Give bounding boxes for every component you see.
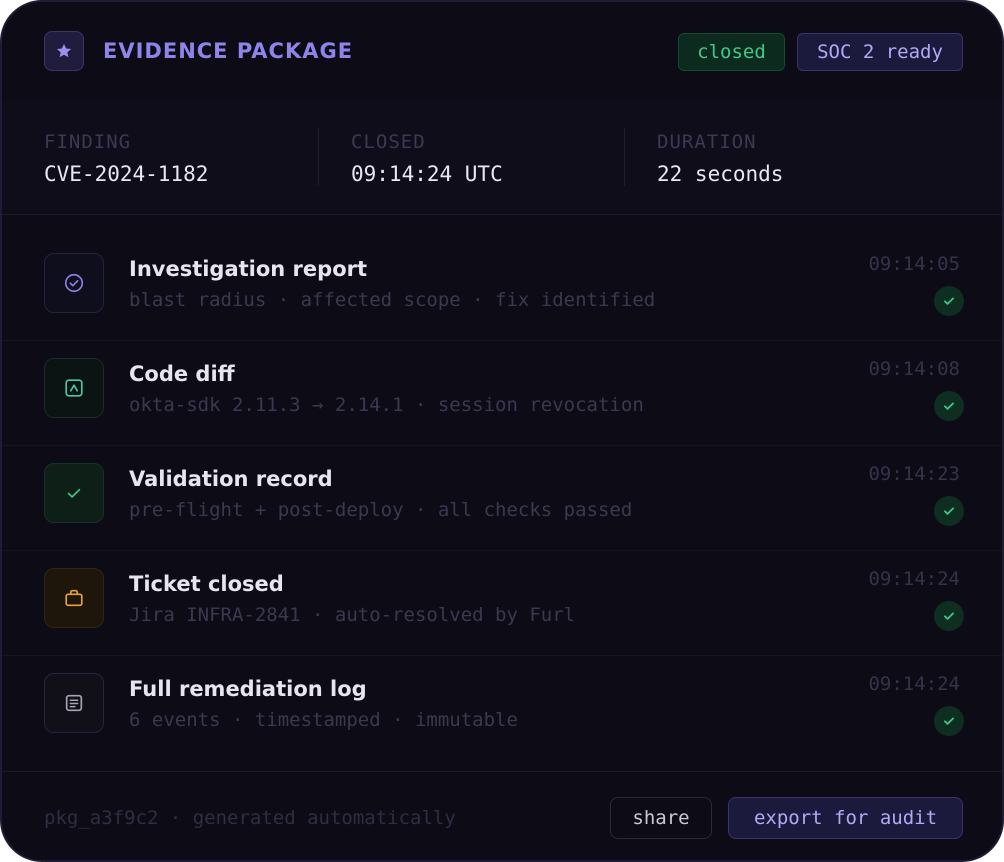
finding-stat: FINDING CVE-2024-1182 <box>44 130 208 188</box>
document-icon <box>44 673 104 733</box>
finding-label: FINDING <box>44 131 132 153</box>
card-header: EVIDENCE PACKAGE closed SOC 2 ready <box>2 2 1002 101</box>
duration-value: 22 seconds <box>657 162 784 186</box>
summary-bar: FINDING CVE-2024-1182 CLOSED 09:14:24 UT… <box>2 100 1002 215</box>
item-title: Validation record <box>129 467 333 491</box>
item-subtitle: okta-sdk 2.11.3 → 2.14.1 · session revoc… <box>129 394 644 416</box>
star-icon <box>44 31 84 71</box>
item-timestamp: 09:14:23 <box>868 463 960 485</box>
finding-value: CVE-2024-1182 <box>44 162 209 186</box>
code-box-icon <box>44 358 104 418</box>
complete-check-icon <box>934 496 964 526</box>
item-subtitle: pre-flight + post-deploy · all checks pa… <box>129 499 633 521</box>
item-title: Ticket closed <box>129 572 284 596</box>
item-title: Investigation report <box>129 257 368 281</box>
share-button[interactable]: share <box>610 797 712 839</box>
closed-label: CLOSED <box>351 131 426 153</box>
complete-check-icon <box>934 286 964 316</box>
item-subtitle: Jira INFRA-2841 · auto-resolved by Furl <box>129 604 576 626</box>
item-timestamp: 09:14:05 <box>868 253 960 275</box>
item-subtitle: 6 events · timestamped · immutable <box>129 709 518 731</box>
evidence-package-card: EVIDENCE PACKAGE closed SOC 2 ready FIND… <box>0 0 1004 862</box>
summary-divider <box>624 128 625 186</box>
list-item[interactable]: Full remediation log 6 events · timestam… <box>2 655 1002 760</box>
list-item[interactable]: Code diff okta-sdk 2.11.3 → 2.14.1 · ses… <box>2 340 1002 446</box>
complete-check-icon <box>934 391 964 421</box>
compliance-badge: SOC 2 ready <box>797 33 963 71</box>
item-timestamp: 09:14:08 <box>868 358 960 380</box>
briefcase-icon <box>44 568 104 628</box>
checkmark-icon <box>44 463 104 523</box>
closed-value: 09:14:24 UTC <box>351 162 503 186</box>
closed-stat: CLOSED 09:14:24 UTC <box>351 130 503 188</box>
item-title: Full remediation log <box>129 677 367 701</box>
list-item[interactable]: Investigation report blast radius · affe… <box>2 235 1002 341</box>
list-item[interactable]: Validation record pre-flight + post-depl… <box>2 445 1002 551</box>
complete-check-icon <box>934 601 964 631</box>
page-title: EVIDENCE PACKAGE <box>103 39 354 63</box>
list-item[interactable]: Ticket closed Jira INFRA-2841 · auto-res… <box>2 550 1002 656</box>
card-footer: pkg_a3f9c2 · generated automatically sha… <box>2 771 1002 860</box>
item-subtitle: blast radius · affected scope · fix iden… <box>129 289 656 311</box>
item-timestamp: 09:14:24 <box>868 568 960 590</box>
status-badge: closed <box>678 33 785 71</box>
duration-label: DURATION <box>657 131 757 153</box>
complete-check-icon <box>934 706 964 736</box>
item-title: Code diff <box>129 362 235 386</box>
item-timestamp: 09:14:24 <box>868 673 960 695</box>
check-circle-icon <box>44 253 104 313</box>
export-for-audit-button[interactable]: export for audit <box>728 797 963 839</box>
summary-divider <box>318 128 319 186</box>
duration-stat: DURATION 22 seconds <box>657 130 783 188</box>
package-info: pkg_a3f9c2 · generated automatically <box>44 807 456 829</box>
